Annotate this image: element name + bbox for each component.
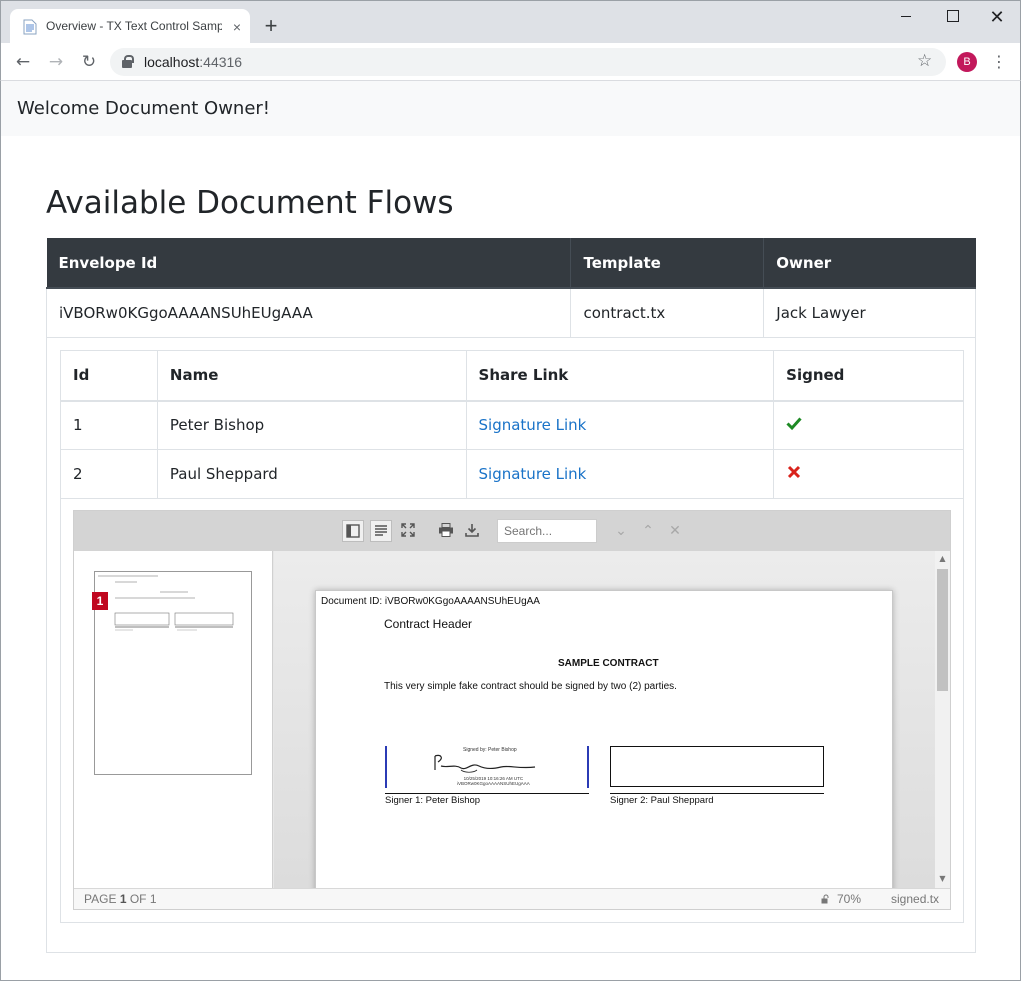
signer-name-cell: Paul Sheppard bbox=[156, 449, 467, 499]
forward-arrow-icon[interactable]: → bbox=[45, 51, 67, 73]
lock-icon bbox=[122, 55, 134, 68]
signer-1-label: Signer 1: Peter Bishop bbox=[385, 795, 481, 806]
new-tab-button[interactable]: + bbox=[261, 15, 281, 37]
column-header-share-link: Share Link bbox=[465, 350, 775, 402]
current-page: 1 bbox=[119, 892, 127, 906]
fullscreen-icon[interactable] bbox=[397, 520, 419, 542]
signed-cell bbox=[773, 400, 964, 450]
signed-cell bbox=[773, 449, 964, 499]
signer-table: Id Name Share Link Signed 1 Peter Bishop… bbox=[60, 350, 964, 499]
signer-2-label: Signer 2: Paul Sheppard bbox=[610, 795, 714, 806]
bookmark-star-icon[interactable]: ☆ bbox=[917, 51, 932, 71]
back-arrow-icon[interactable]: ← bbox=[12, 51, 34, 73]
url-port: :44316 bbox=[199, 54, 243, 70]
table-row: 1 Peter Bishop Signature Link bbox=[60, 400, 964, 450]
document-viewer: ⌄ ⌃ ✕ 1 bbox=[73, 510, 951, 910]
column-header-name: Name bbox=[156, 350, 467, 402]
url-text[interactable]: localhost:44316 bbox=[144, 54, 242, 70]
signer-name-cell: Peter Bishop bbox=[156, 400, 467, 450]
signature-line-1 bbox=[385, 793, 589, 794]
cross-icon bbox=[788, 465, 801, 479]
thumbnail-pane: 1 bbox=[74, 551, 273, 888]
document-id-text: Document ID: iVBORw0KGgoAAAANSUhEUgAA bbox=[321, 596, 540, 607]
viewer-toolbar: ⌄ ⌃ ✕ bbox=[74, 511, 950, 551]
envelope-details: Id Name Share Link Signed 1 Peter Bishop… bbox=[46, 337, 976, 953]
column-header-owner: Owner bbox=[763, 238, 976, 289]
reload-icon[interactable]: ↻ bbox=[78, 51, 100, 73]
page-total: OF 1 bbox=[129, 892, 157, 906]
handwritten-signature bbox=[434, 754, 536, 773]
share-link-cell: Signature Link bbox=[465, 400, 775, 450]
viewer-search-input[interactable] bbox=[497, 519, 597, 543]
filename-text: signed.tx bbox=[891, 892, 940, 906]
text-view-icon[interactable] bbox=[370, 520, 392, 542]
envelope-table-header: Envelope Id Template Owner bbox=[46, 238, 976, 289]
page-title: Available Document Flows bbox=[46, 185, 454, 221]
download-icon[interactable] bbox=[461, 520, 483, 542]
minimize-button[interactable] bbox=[896, 7, 916, 27]
envelope-id-cell: iVBORw0KGgoAAAANSUhEUgAAA bbox=[45, 288, 572, 338]
navbar: Welcome Document Owner! bbox=[1, 81, 1020, 136]
viewer-statusbar: PAGE 1 OF 1 70% signed.tx bbox=[74, 888, 950, 909]
envelope-table: Envelope Id Template Owner iVBORw0KGgoAA… bbox=[45, 238, 976, 338]
address-bar[interactable]: localhost:44316 ☆ bbox=[110, 48, 946, 76]
table-row[interactable]: iVBORw0KGgoAAAANSUhEUgAAA contract.tx Ja… bbox=[45, 288, 976, 338]
tab-title: Overview - TX Text Control Samp bbox=[46, 19, 222, 33]
zoom-icon[interactable] bbox=[821, 894, 831, 904]
browser-tab[interactable]: Overview - TX Text Control Samp × bbox=[10, 9, 250, 44]
close-search-icon[interactable]: ✕ bbox=[666, 520, 684, 542]
signer-id-cell: 1 bbox=[60, 400, 158, 450]
window-close-button[interactable]: ✕ bbox=[987, 7, 1007, 27]
browser-tabstrip: Overview - TX Text Control Samp × + ✕ bbox=[0, 0, 1021, 44]
chevron-up-icon[interactable]: ⌃ bbox=[639, 520, 657, 542]
scroll-down-icon[interactable]: ▼ bbox=[935, 874, 950, 883]
signature-box-2[interactable] bbox=[610, 746, 824, 787]
vertical-scrollbar[interactable]: ▲ ▼ bbox=[935, 551, 950, 888]
column-header-signed: Signed bbox=[773, 350, 964, 402]
owner-cell: Jack Lawyer bbox=[763, 288, 976, 338]
stamp-envelope-id: iVBORw0KGgoAAAANSUhEUgAAA bbox=[457, 781, 530, 786]
document-body-text: This very simple fake contract should be… bbox=[384, 681, 677, 692]
share-link-cell: Signature Link bbox=[465, 449, 775, 499]
zoom-level[interactable]: 70% bbox=[837, 892, 861, 906]
document-header-text: Contract Header bbox=[384, 617, 473, 631]
document-icon bbox=[23, 19, 37, 35]
document-page-area: Document ID: iVBORw0KGgoAAAANSUhEUgAA Co… bbox=[274, 551, 935, 888]
scrollbar-thumb[interactable] bbox=[937, 569, 948, 691]
template-cell: contract.tx bbox=[570, 288, 765, 338]
tab-close-icon[interactable]: × bbox=[229, 19, 245, 35]
signature-box-1: Signed by: Peter Bishop 10/25/2019 10:16… bbox=[385, 746, 589, 788]
url-host: localhost bbox=[144, 54, 200, 70]
browser-menu-icon[interactable]: ⋮ bbox=[991, 51, 1007, 73]
column-header-envelope-id: Envelope Id bbox=[46, 238, 571, 289]
signature-stamp: 10/25/2019 10:16:26 AM UTC iVBORw0KGgoAA… bbox=[457, 776, 530, 786]
column-header-template: Template bbox=[570, 238, 764, 289]
signature-link[interactable]: Signature Link bbox=[479, 416, 587, 434]
document-page[interactable]: Document ID: iVBORw0KGgoAAAANSUhEUgAA Co… bbox=[315, 590, 893, 888]
viewer-cell: ⌄ ⌃ ✕ 1 bbox=[60, 498, 964, 923]
column-header-id: Id bbox=[60, 350, 158, 402]
page-indicator: PAGE 1 OF 1 bbox=[84, 892, 157, 906]
signer-table-header: Id Name Share Link Signed bbox=[60, 350, 964, 402]
thumbnail-preview bbox=[98, 575, 234, 631]
page-viewport: Welcome Document Owner! Available Docume… bbox=[0, 81, 1021, 981]
profile-avatar[interactable]: B bbox=[957, 52, 977, 72]
signer-id-cell: 2 bbox=[60, 449, 158, 499]
print-icon[interactable] bbox=[435, 520, 457, 542]
signature-link[interactable]: Signature Link bbox=[479, 465, 587, 483]
sidebar-toggle-icon[interactable] bbox=[342, 520, 364, 542]
browser-toolbar: ← → ↻ localhost:44316 ☆ B ⋮ bbox=[0, 43, 1021, 81]
navbar-brand[interactable]: Welcome Document Owner! bbox=[17, 98, 270, 119]
signature-line-2 bbox=[610, 793, 824, 794]
page-number-badge: 1 bbox=[92, 592, 108, 610]
chevron-down-icon[interactable]: ⌄ bbox=[612, 520, 630, 542]
scroll-up-icon[interactable]: ▲ bbox=[935, 554, 950, 563]
maximize-button[interactable] bbox=[942, 7, 962, 27]
page-prefix: PAGE bbox=[84, 892, 117, 906]
document-title-text: SAMPLE CONTRACT bbox=[558, 658, 659, 669]
table-row: 2 Paul Sheppard Signature Link bbox=[60, 449, 964, 499]
checkmark-icon bbox=[786, 417, 802, 431]
page-thumbnail[interactable] bbox=[94, 571, 252, 775]
